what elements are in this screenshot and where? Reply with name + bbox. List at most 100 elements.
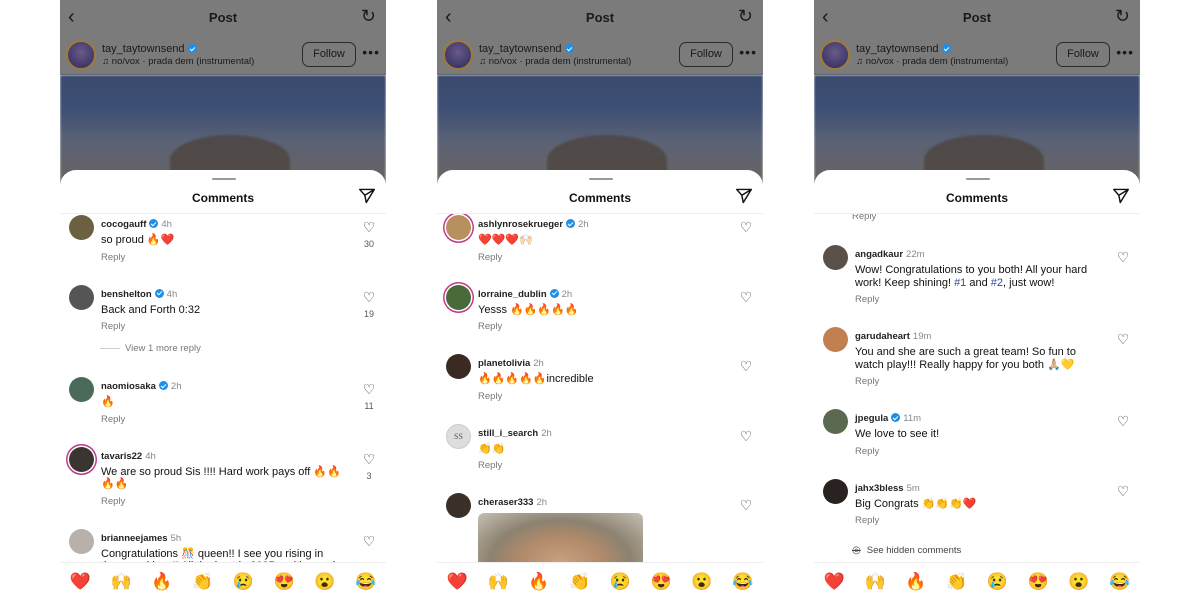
like-heart-icon[interactable]: ♡ [739, 290, 753, 304]
commenter-avatar[interactable] [69, 446, 94, 472]
emoji-button[interactable]: 👏 [192, 572, 213, 592]
share-send-icon[interactable] [358, 188, 376, 204]
commenter-username[interactable]: lorraine_dublin [478, 289, 547, 300]
like-heart-icon[interactable]: ♡ [739, 359, 753, 373]
commenter-username[interactable]: planetolivia [478, 358, 530, 369]
emoji-button[interactable]: 🔥 [151, 572, 172, 592]
drag-handle[interactable] [966, 178, 990, 180]
emoji-button[interactable]: 👏 [569, 572, 590, 592]
like-heart-icon[interactable]: ♡ [362, 290, 376, 304]
commenter-avatar[interactable] [823, 478, 848, 504]
emoji-button[interactable]: 😮 [314, 572, 335, 592]
emoji-button[interactable]: 😂 [732, 572, 753, 592]
emoji-button[interactable]: 😮 [1068, 572, 1089, 592]
commenter-avatar[interactable] [69, 528, 94, 554]
emoji-button[interactable]: 🙌 [865, 572, 886, 592]
commenter-avatar[interactable] [823, 245, 848, 270]
like-heart-icon[interactable]: ♡ [1116, 414, 1130, 428]
reply-link[interactable]: Reply [101, 414, 342, 425]
commenter-username[interactable]: naomiosaka [101, 381, 156, 392]
commenter-username[interactable]: cheraser333 [478, 497, 533, 508]
share-send-icon[interactable] [735, 188, 753, 204]
comments-list[interactable]: cocogauff 4h so proud 🔥❤️ Reply ♡ 30 bens… [60, 214, 386, 562]
reply-link[interactable]: Reply [478, 252, 719, 263]
commenter-username[interactable]: cocogauff [101, 219, 146, 230]
emoji-button[interactable]: 😮 [691, 572, 712, 592]
comment-gif[interactable] [478, 513, 643, 562]
reply-link[interactable]: Reply [478, 391, 719, 402]
commenter-username[interactable]: still_i_search [478, 428, 538, 439]
commenter-avatar[interactable] [69, 377, 94, 402]
like-heart-icon[interactable]: ♡ [1116, 484, 1130, 498]
comments-list[interactable]: Reply angadkaur 22m Wow! Congratulations … [814, 214, 1140, 562]
commenter-username[interactable]: garudaheart [855, 331, 910, 342]
reply-link[interactable]: Reply [101, 252, 342, 263]
emoji-button[interactable]: ❤️ [70, 572, 91, 592]
share-send-icon[interactable] [1112, 188, 1130, 204]
emoji-button[interactable]: ❤️ [447, 572, 468, 592]
like-heart-icon[interactable]: ♡ [1116, 250, 1130, 264]
emoji-button[interactable]: 👏 [946, 572, 967, 592]
reply-link[interactable]: Reply [855, 515, 1096, 526]
commenter-username[interactable]: benshelton [101, 289, 152, 300]
drag-handle[interactable] [589, 178, 613, 180]
emoji-button[interactable]: ❤️ [824, 572, 845, 592]
commenter-username[interactable]: jahx3bless [855, 483, 904, 494]
emoji-button[interactable]: 😢 [987, 572, 1008, 592]
like-heart-icon[interactable]: ♡ [739, 498, 753, 512]
reply-link[interactable]: Reply [855, 294, 1096, 305]
reply-link[interactable]: Reply [478, 460, 719, 471]
emoji-button[interactable]: 😍 [651, 572, 672, 592]
refresh-icon[interactable]: ↻ [361, 6, 376, 27]
more-options-icon[interactable]: ••• [1116, 44, 1134, 60]
follow-button[interactable]: Follow [302, 42, 356, 67]
commenter-avatar[interactable]: SS [446, 423, 471, 449]
author-username[interactable]: tay_taytownsend [856, 43, 951, 55]
emoji-button[interactable]: 🔥 [528, 572, 549, 592]
refresh-icon[interactable]: ↻ [738, 6, 753, 27]
reply-link[interactable]: Reply [101, 496, 342, 507]
music-label[interactable]: ♫ no/vox · prada dem (instrumental) [102, 56, 254, 67]
emoji-button[interactable]: 😢 [610, 572, 631, 592]
like-heart-icon[interactable]: ♡ [1116, 332, 1130, 346]
commenter-username[interactable]: jpegula [855, 413, 888, 424]
emoji-button[interactable]: 😍 [274, 572, 295, 592]
more-options-icon[interactable]: ••• [739, 44, 757, 60]
emoji-button[interactable]: 😂 [355, 572, 376, 592]
commenter-avatar[interactable] [823, 409, 848, 434]
follow-button[interactable]: Follow [679, 42, 733, 67]
commenter-avatar[interactable] [446, 493, 471, 518]
emoji-button[interactable]: 🙌 [488, 572, 509, 592]
author-avatar[interactable] [443, 40, 473, 70]
author-username[interactable]: tay_taytownsend [479, 43, 574, 55]
like-heart-icon[interactable]: ♡ [739, 429, 753, 443]
reply-link[interactable]: Reply [101, 321, 342, 332]
emoji-button[interactable]: 🙌 [111, 572, 132, 592]
view-more-replies-link[interactable]: View 1 more reply [60, 343, 386, 354]
commenter-username[interactable]: brianneejames [101, 533, 168, 544]
refresh-icon[interactable]: ↻ [1115, 6, 1130, 27]
commenter-username[interactable]: tavaris22 [101, 451, 142, 462]
emoji-button[interactable]: 😢 [233, 572, 254, 592]
commenter-avatar[interactable] [446, 215, 471, 240]
music-label[interactable]: ♫ no/vox · prada dem (instrumental) [856, 56, 1008, 67]
commenter-avatar[interactable] [69, 215, 94, 240]
like-heart-icon[interactable]: ♡ [362, 382, 376, 396]
follow-button[interactable]: Follow [1056, 42, 1110, 67]
commenter-avatar[interactable] [69, 284, 94, 310]
reply-link[interactable]: Reply [855, 446, 1096, 457]
emoji-button[interactable]: 🔥 [905, 572, 926, 592]
like-heart-icon[interactable]: ♡ [739, 220, 753, 234]
music-label[interactable]: ♫ no/vox · prada dem (instrumental) [479, 56, 631, 67]
author-avatar[interactable] [66, 40, 96, 70]
commenter-avatar[interactable] [823, 327, 848, 352]
more-options-icon[interactable]: ••• [362, 44, 380, 60]
author-avatar[interactable] [820, 40, 850, 70]
drag-handle[interactable] [212, 178, 236, 180]
like-heart-icon[interactable]: ♡ [362, 534, 376, 548]
emoji-button[interactable]: 😍 [1028, 572, 1049, 592]
comments-list[interactable]: ashlynrosekrueger 2h ❤️❤️❤️🙌🏻 Reply ♡ lor… [437, 214, 763, 562]
commenter-avatar[interactable] [446, 354, 471, 379]
commenter-avatar[interactable] [446, 284, 471, 310]
commenter-username[interactable]: angadkaur [855, 249, 903, 260]
